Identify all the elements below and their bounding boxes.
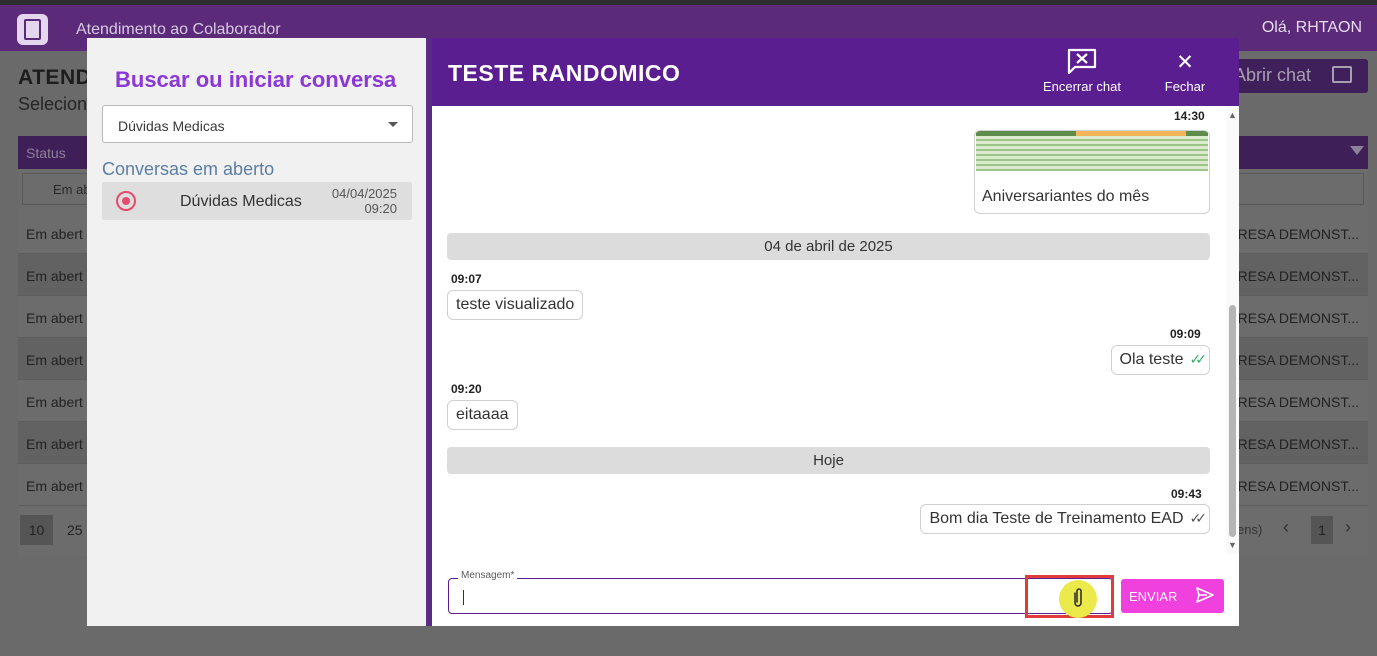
row-company: RESA DEMONST... — [1237, 478, 1359, 494]
chat-header: TESTE RANDOMICO Encerrar chat ✕ Fechar — [432, 38, 1239, 106]
row-status: Em abert — [26, 268, 83, 284]
user-greeting[interactable]: Olá, RHTAON — [1262, 19, 1362, 37]
open-chat-label: Abrir chat — [1234, 65, 1312, 85]
page-subtitle: Selecion — [18, 94, 88, 114]
chat-icon — [1332, 66, 1352, 83]
message-bubble-received: eitaaaa — [447, 400, 518, 430]
end-chat-button[interactable]: Encerrar chat — [1037, 48, 1127, 94]
check-sent-icon: ✓✓ — [1189, 510, 1208, 526]
row-company: RESA DEMONST... — [1237, 352, 1359, 368]
filter-icon[interactable] — [1350, 146, 1364, 155]
message-list[interactable]: 14:30 Aniversariantes do mês 04 de abril… — [432, 106, 1239, 554]
search-title: Buscar ou iniciar conversa — [115, 67, 397, 92]
conversation-sidebar: Buscar ou iniciar conversa Dúvidas Medic… — [87, 38, 426, 626]
text-cursor — [463, 590, 464, 605]
message-time: 09:43 — [1171, 487, 1202, 501]
composer: Mensagem* ENVIAR — [432, 554, 1239, 626]
row-company: RESA DEMONST... — [1237, 310, 1359, 326]
page-number[interactable]: 1 — [1311, 516, 1333, 544]
row-status: Em abert — [26, 226, 83, 242]
close-button[interactable]: ✕ Fechar — [1160, 51, 1210, 95]
open-chat-button[interactable]: Abrir chat — [1218, 59, 1368, 93]
message-text: Bom dia Teste de Treinamento EAD — [929, 510, 1184, 527]
message-input[interactable] — [448, 578, 1113, 614]
spreadsheet-thumbnail[interactable] — [976, 131, 1208, 171]
date-separator: Hoje — [447, 447, 1210, 474]
message-time: 14:30 — [1174, 109, 1205, 123]
conversation-item[interactable]: Dúvidas Medicas 04/04/2025 09:20 — [102, 182, 412, 220]
topic-select-value: Dúvidas Medicas — [118, 118, 225, 134]
message-bubble-sent: Ola teste ✓✓ — [1110, 345, 1210, 375]
row-status: Em abert — [26, 352, 83, 368]
app-logo-icon[interactable] — [17, 14, 48, 45]
message-time: 09:09 — [1170, 327, 1201, 341]
scroll-thumb[interactable] — [1229, 305, 1236, 537]
status-column-header[interactable]: Status — [26, 145, 66, 161]
message-time: 09:07 — [451, 272, 482, 286]
conversation-datetime: 04/04/2025 09:20 — [332, 186, 397, 216]
scroll-down-icon[interactable]: ▼ — [1228, 540, 1237, 550]
row-company: RESA DEMONST... — [1237, 436, 1359, 452]
message-text: eitaaaa — [456, 406, 509, 423]
check-read-icon: ✓✓ — [1189, 351, 1208, 367]
chat-modal: Buscar ou iniciar conversa Dúvidas Medic… — [87, 38, 1239, 626]
pager-items-text: ens) — [1237, 522, 1263, 537]
message-time: 09:20 — [451, 382, 482, 396]
end-chat-icon — [1067, 48, 1097, 74]
row-company: RESA DEMONST... — [1237, 268, 1359, 284]
page-size-10[interactable]: 10 — [20, 515, 53, 545]
message-text: teste visualizado — [456, 296, 575, 313]
row-company: RESA DEMONST... — [1237, 226, 1359, 242]
image-caption: Aniversariantes do mês — [982, 188, 1150, 205]
row-status: Em abert — [26, 310, 83, 326]
chat-title: TESTE RANDOMICO — [448, 60, 681, 86]
attach-highlight — [1025, 575, 1114, 618]
open-conversations-label: Conversas em aberto — [102, 159, 275, 179]
close-label: Fechar — [1164, 79, 1206, 94]
row-status: Em abert — [26, 394, 83, 410]
send-label: ENVIAR — [1129, 589, 1178, 604]
message-text: Ola teste — [1119, 351, 1184, 368]
conversation-time: 09:20 — [364, 201, 397, 216]
close-icon: ✕ — [1176, 51, 1194, 74]
send-button[interactable]: ENVIAR — [1121, 579, 1224, 613]
row-status: Em abert — [26, 436, 83, 452]
conversation-date: 04/04/2025 — [331, 186, 397, 201]
row-company: RESA DEMONST... — [1237, 394, 1359, 410]
dropdown-caret-icon — [388, 122, 398, 127]
messages-scrollbar[interactable]: ▲ ▼ — [1226, 106, 1239, 554]
send-icon — [1196, 587, 1214, 603]
radio-icon[interactable] — [116, 191, 136, 211]
scroll-up-icon[interactable]: ▲ — [1228, 110, 1237, 120]
attach-icon[interactable] — [1071, 587, 1085, 609]
app-title: Atendimento ao Colaborador — [76, 21, 281, 38]
filter-value: Em ab — [53, 182, 91, 197]
end-chat-label: Encerrar chat — [1042, 79, 1122, 94]
prev-page-icon[interactable]: ‹ — [1283, 517, 1289, 538]
next-page-icon[interactable]: › — [1345, 517, 1351, 538]
date-separator: 04 de abril de 2025 — [447, 233, 1210, 260]
page-size-25[interactable]: 25 — [67, 522, 83, 538]
topic-select[interactable]: Dúvidas Medicas — [102, 105, 413, 143]
message-bubble-received: teste visualizado — [447, 290, 584, 320]
image-message[interactable]: Aniversariantes do mês — [974, 130, 1210, 214]
row-status: Em abert — [26, 478, 83, 494]
message-input-label: Mensagem* — [458, 570, 518, 581]
conversation-name: Dúvidas Medicas — [180, 193, 302, 210]
message-bubble-sent: Bom dia Teste de Treinamento EAD ✓✓ — [920, 504, 1210, 534]
page-title: ATEND — [18, 66, 92, 89]
